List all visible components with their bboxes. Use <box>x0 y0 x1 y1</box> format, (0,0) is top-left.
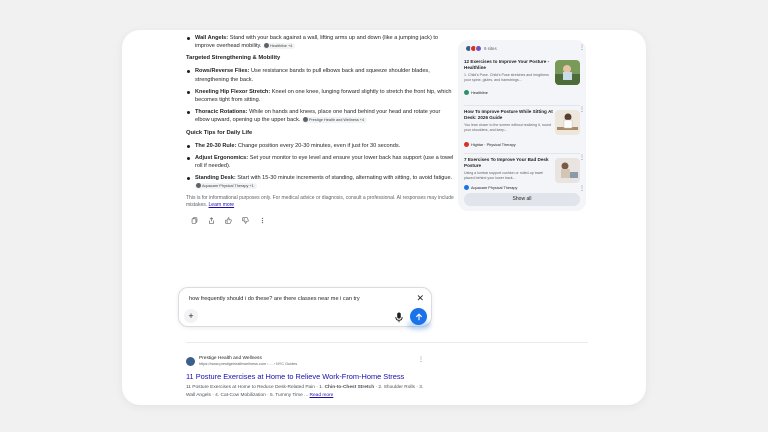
link-icon <box>264 43 269 49</box>
bullet-item: Rows/Reverse Flies: Use resistance bands… <box>186 67 454 83</box>
snippet-bold: Chin-to-Chest Stretch <box>324 385 375 390</box>
bullet-item: Standing Desk: Start with 15-30 minute i… <box>186 174 454 190</box>
search-results-card: Wall Angels: Stand with your back agains… <box>122 30 646 405</box>
source-meta: Healthline <box>464 90 488 95</box>
source-card[interactable]: How To Improve Posture While Sitting At … <box>464 109 580 154</box>
microphone-icon[interactable] <box>394 310 404 323</box>
more-options-icon[interactable]: ⋮ <box>418 356 424 363</box>
site-favicon <box>464 142 469 147</box>
source-site: Aquacare Physical Therapy <box>471 185 518 190</box>
source-title[interactable]: 12 Exercises to Improve Your Posture - H… <box>464 59 554 71</box>
source-site: Hightar · Physical Therapy <box>471 142 516 147</box>
source-thumbnail <box>555 60 580 85</box>
source-snippet: You lean closer to the screen without re… <box>464 123 551 133</box>
result-header: Prestige Health and Wellness https://www… <box>186 356 432 367</box>
chip-label: Healthline +4 <box>270 43 293 48</box>
thumbs-down-icon[interactable] <box>241 217 249 225</box>
link-icon <box>196 183 201 189</box>
feedback-actions <box>190 217 454 225</box>
bullet-item: The 20-30 Rule: Change position every 20… <box>186 142 454 150</box>
more-options-icon[interactable]: ⋮ <box>579 186 585 192</box>
bullet-title: Adjust Ergonomics: <box>195 154 249 161</box>
show-all-button[interactable]: Show all <box>464 193 580 206</box>
source-chip[interactable]: Aquacare Physical Therapy +1 <box>195 182 257 189</box>
bullet-title: Wall Angels: <box>195 35 229 41</box>
link-icon <box>303 117 308 123</box>
divider <box>186 342 588 343</box>
divider <box>464 105 580 106</box>
bullet-text: Stand with your back against a wall, lif… <box>195 35 439 50</box>
bullet-title: The 20-30 Rule: <box>195 142 237 149</box>
bullet-item: Wall Angels: Stand with your back agains… <box>186 34 454 50</box>
bullet-list: The 20-30 Rule: Change position every 20… <box>186 142 454 191</box>
bullet-title: Standing Desk: <box>195 175 236 182</box>
follow-up-input[interactable]: how frequently should i do these? are th… <box>178 287 432 330</box>
section-heading: Quick Tips for Daily Life <box>186 129 253 136</box>
learn-more-link[interactable]: Learn more <box>209 202 235 208</box>
result-snippet: 11 Posture Exercises at Home to Reduce D… <box>186 384 432 400</box>
thumbs-up-icon[interactable] <box>224 217 232 225</box>
bullet-title: Thoracic Rotations: <box>195 109 248 116</box>
bullet-list: Wall Angels: Stand with your back agains… <box>186 34 454 50</box>
bullet-title: Kneeling Hip Flexor Stretch: <box>195 88 271 95</box>
bullet-title: Rows/Reverse Flies: <box>195 68 250 75</box>
more-options-icon[interactable]: ⋮ <box>579 155 585 161</box>
snippet-text: 11 Posture Exercises at Home to Reduce D… <box>186 385 325 390</box>
bullet-list: Rows/Reverse Flies: Use resistance bands… <box>186 67 454 124</box>
section-heading: Targeted Strengthening & Mobility <box>186 55 281 62</box>
site-favicon <box>186 357 195 366</box>
source-thumbnail <box>555 110 580 135</box>
more-options-icon[interactable] <box>258 217 266 225</box>
bullet-item: Kneeling Hip Flexor Stretch: Kneel on on… <box>186 88 454 104</box>
more-options-icon[interactable]: ⋮ <box>579 45 585 51</box>
source-chip[interactable]: Healthline +4 <box>263 42 296 49</box>
send-button[interactable] <box>410 308 427 325</box>
source-meta: Hightar · Physical Therapy <box>464 142 516 147</box>
source-title[interactable]: 7 Exercises To Improve Your Bad Desk Pos… <box>464 157 554 169</box>
source-card[interactable]: 12 Exercises to Improve Your Posture - H… <box>464 59 580 104</box>
source-meta: Aquacare Physical Therapy <box>464 185 517 190</box>
copy-icon[interactable] <box>190 217 198 225</box>
bullet-text: Change position every 20-30 minutes, eve… <box>236 142 401 149</box>
bullet-item: Thoracic Rotations: While on hands and k… <box>186 108 454 124</box>
add-icon[interactable]: + <box>184 309 198 323</box>
arrow-up-icon <box>415 312 422 320</box>
close-icon[interactable]: ✕ <box>416 293 424 304</box>
site-favicon <box>464 185 469 190</box>
sites-count: 9 sites <box>484 46 497 51</box>
site-favicon <box>464 90 469 95</box>
result-url[interactable]: https://www.prestigehealthwellness.com ›… <box>199 362 297 367</box>
bullet-text: Start with 15-30 minute increments of st… <box>235 175 453 182</box>
site-favicon <box>475 45 482 52</box>
bullet-item: Adjust Ergonomics: Set your monitor to e… <box>186 154 454 170</box>
share-icon[interactable] <box>207 217 215 225</box>
source-thumbnail <box>555 158 580 183</box>
source-chip[interactable]: Prestige Health and Wellness +4 <box>302 116 368 123</box>
sources-header: 9 sites <box>465 45 497 52</box>
ai-overview: Wall Angels: Stand with your back agains… <box>186 34 454 225</box>
source-title[interactable]: How To Improve Posture While Sitting At … <box>464 109 554 121</box>
sources-panel: 9 sites ⋮ 12 Exercises to Improve Your P… <box>458 40 586 211</box>
result-title[interactable]: 11 Posture Exercises at Home to Relieve … <box>186 372 432 381</box>
disclaimer: This is for informational purposes only.… <box>186 195 454 210</box>
more-options-icon[interactable]: ⋮ <box>579 107 585 113</box>
source-snippet: Using a lumbar support cushion or rolled… <box>464 171 544 181</box>
follow-up-text[interactable]: how frequently should i do these? are th… <box>189 296 360 302</box>
chip-label: Prestige Health and Wellness +4 <box>309 117 365 122</box>
search-result: Prestige Health and Wellness https://www… <box>186 356 432 400</box>
chip-label: Aquacare Physical Therapy +1 <box>202 183 254 188</box>
source-snippet: 1. Child's Pose. Child's Pose stretches … <box>464 73 549 83</box>
read-more-link[interactable]: Read more <box>310 393 334 398</box>
source-site: Healthline <box>471 90 488 95</box>
divider <box>464 153 580 154</box>
